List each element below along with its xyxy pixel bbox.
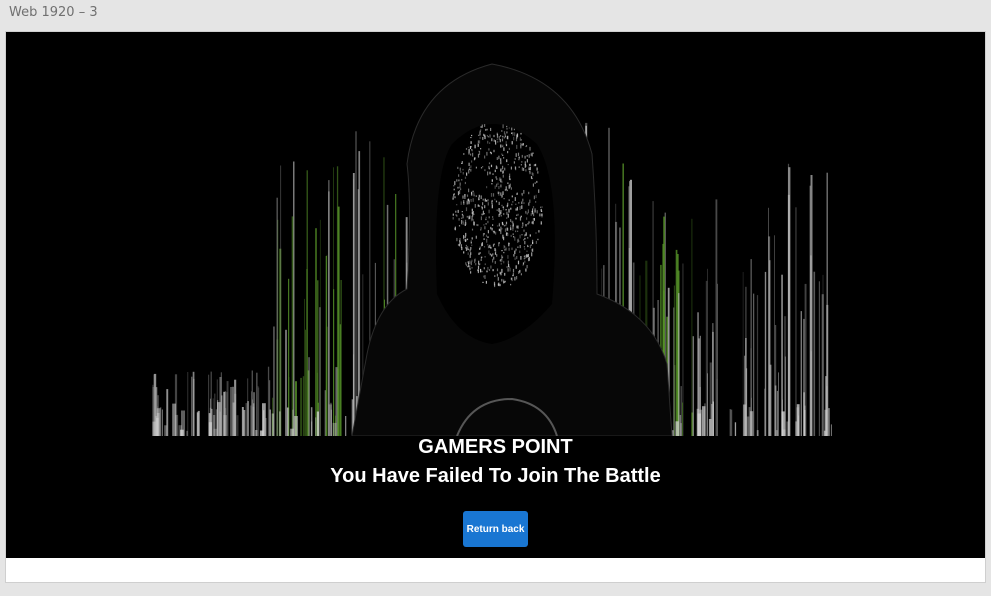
brand-title: GAMERS POINT xyxy=(418,436,573,458)
return-back-button[interactable]: Return back xyxy=(463,511,528,547)
artboard-frame: GAMERS POINT You Have Failed To Join The… xyxy=(5,31,986,583)
hooded-figure-glitch-art xyxy=(152,54,832,436)
failure-message: You Have Failed To Join The Battle xyxy=(330,465,661,487)
error-page: GAMERS POINT You Have Failed To Join The… xyxy=(6,32,985,558)
artboard-title: Web 1920 – 3 xyxy=(9,5,98,20)
hero-image xyxy=(152,54,832,436)
